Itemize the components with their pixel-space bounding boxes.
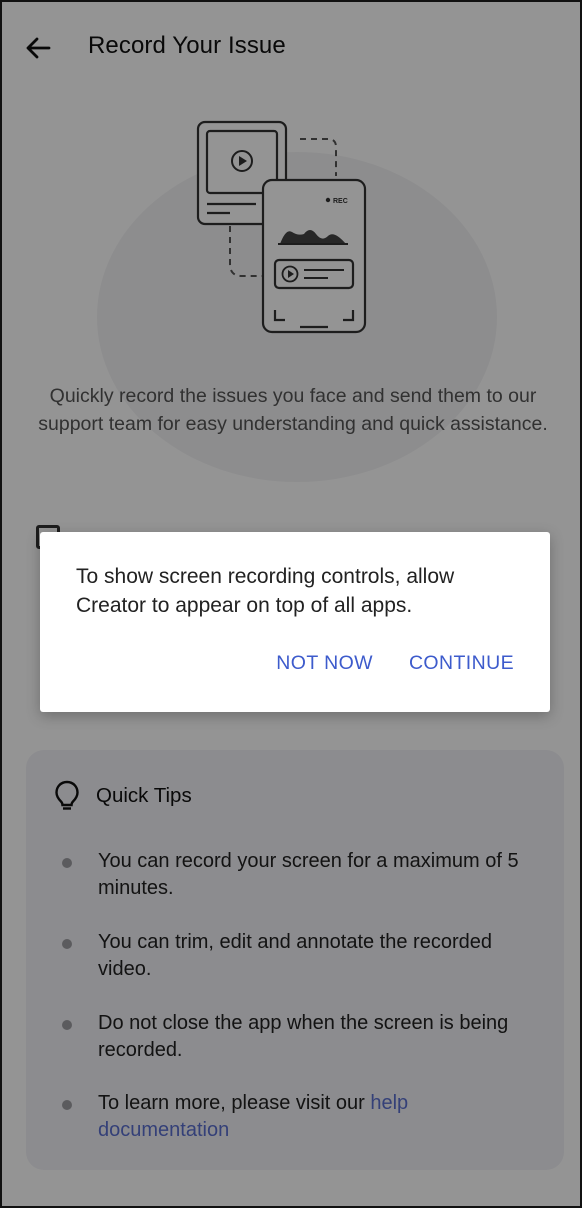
record-issue-screen: Record Your Issue REC Quickly record the… xyxy=(0,0,582,1208)
overlay-permission-dialog: To show screen recording controls, allow… xyxy=(40,532,550,712)
not-now-button[interactable]: NOT NOW xyxy=(276,652,373,675)
continue-button[interactable]: CONTINUE xyxy=(409,652,514,675)
dialog-actions: NOT NOW CONTINUE xyxy=(276,652,514,675)
dialog-message: To show screen recording controls, allow… xyxy=(76,565,455,617)
